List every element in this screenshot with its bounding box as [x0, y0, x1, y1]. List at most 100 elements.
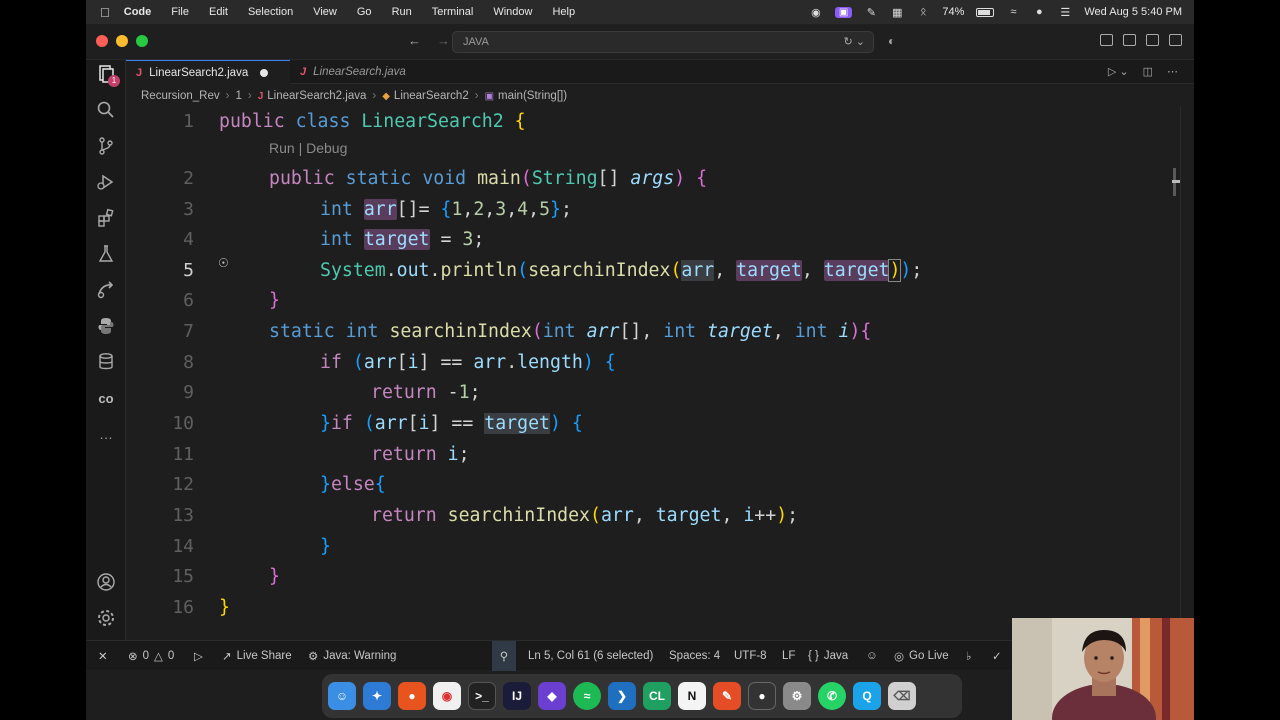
indentation[interactable]: Spaces: 4 [669, 641, 720, 671]
toggle-primary-sidebar-icon[interactable] [1100, 34, 1113, 46]
editor-actions: ▷ ⌄ ◫ ⋯ [1108, 65, 1178, 78]
menu-selection[interactable]: Selection [248, 6, 293, 18]
tab-linearsearch2[interactable]: J LinearSearch2.java [126, 60, 290, 84]
end-of-line[interactable]: LF [782, 641, 795, 671]
notifications-indicator[interactable]: ♭ [966, 641, 971, 671]
terminal-icon[interactable]: >_ [468, 682, 496, 710]
encoding[interactable]: UTF-8 [734, 641, 767, 671]
activity-bar: 1 co … [86, 60, 126, 640]
screen-record-icon[interactable]: ◉ [809, 6, 823, 19]
explorer-icon[interactable]: 1 [96, 64, 120, 87]
go-live-button[interactable]: ◎ Go Live [894, 641, 949, 671]
cursor-position[interactable]: Ln 5, Col 61 (6 selected) [528, 641, 653, 671]
breadcrumb-file[interactable]: J LinearSearch2.java [258, 90, 367, 102]
settings-gear-icon[interactable] [96, 608, 116, 628]
bitwarden-icon[interactable]: ✎ [864, 6, 878, 19]
spotify-icon[interactable]: ≈ [573, 682, 601, 710]
command-center-search[interactable]: JAVA ↻ ⌄ [452, 31, 874, 53]
zoom-indicator[interactable]: ⚲ [492, 641, 516, 671]
whatsapp-icon[interactable]: ✆ [818, 682, 846, 710]
menu-bar-clock[interactable]: Wed Aug 5 5:40 PM [1084, 6, 1182, 18]
tab-linearsearch[interactable]: J LinearSearch.java [290, 60, 450, 84]
system-settings-icon[interactable]: ⚙ [783, 682, 811, 710]
toggle-panel-icon[interactable] [1123, 34, 1136, 46]
menu-app-name[interactable]: Code [124, 6, 152, 18]
back-arrow-icon[interactable]: ← [408, 33, 421, 48]
copilot-icon[interactable]: ↻ ⌄ [844, 32, 866, 52]
codesnap-co-icon[interactable]: co [96, 388, 116, 408]
control-center-icon[interactable]: ☰ [1058, 6, 1072, 19]
remote-explorer-icon[interactable] [96, 280, 116, 300]
menu-help[interactable]: Help [552, 6, 575, 18]
code-line: 11 return i; [172, 444, 470, 465]
run-indicator[interactable]: ▷ [194, 641, 203, 671]
close-window-button[interactable] [96, 35, 108, 47]
forward-arrow-icon[interactable]: → [437, 33, 450, 48]
github-desktop-icon[interactable]: ● [748, 682, 776, 710]
siri-icon[interactable]: ● [1032, 6, 1046, 18]
safari-icon[interactable]: ✦ [363, 682, 391, 710]
macos-menu-bar:  Code File Edit Selection View Go Run T… [86, 0, 1194, 24]
clion-icon[interactable]: CL [643, 682, 671, 710]
code-line: 10}if (arr[i] == target) { [172, 413, 583, 434]
finder-icon[interactable]: ☺ [328, 682, 356, 710]
run-debug-icon[interactable] [96, 172, 116, 192]
search-icon[interactable] [96, 100, 116, 120]
apple-icon[interactable]:  [100, 5, 110, 20]
extensions-icon[interactable] [96, 208, 116, 228]
stage-manager-icon[interactable]: ▣ [834, 6, 853, 18]
breadcrumb-folder[interactable]: Recursion_Rev [141, 90, 220, 102]
editor-scrollbar[interactable] [1180, 106, 1192, 638]
remote-indicator[interactable]: ✕ [98, 641, 108, 671]
python-icon[interactable] [96, 316, 116, 336]
bluetooth-icon[interactable]: ᛟ [916, 6, 930, 18]
live-share-button[interactable]: ↗ Live Share [222, 641, 292, 671]
firefox-icon[interactable]: ● [398, 682, 426, 710]
more-views-icon[interactable]: … [96, 424, 116, 444]
vscode-icon[interactable]: ❯ [608, 682, 636, 710]
menu-edit[interactable]: Edit [209, 6, 228, 18]
intellij-icon[interactable]: IJ [503, 682, 531, 710]
menu-file[interactable]: File [171, 6, 189, 18]
copilot-status[interactable]: ☺ [866, 641, 878, 671]
chrome-icon[interactable]: ◉ [433, 682, 461, 710]
database-icon[interactable] [96, 352, 116, 372]
menu-terminal[interactable]: Terminal [432, 6, 474, 18]
zoom-window-button[interactable] [136, 35, 148, 47]
unsaved-dot-icon[interactable] [260, 68, 269, 77]
run-java-icon[interactable]: ▷ ⌄ [1108, 65, 1129, 78]
bell-icon: ♭ [966, 651, 972, 663]
breadcrumb-subfolder[interactable]: 1 [235, 90, 241, 102]
obsidian-icon[interactable]: ◆ [538, 682, 566, 710]
menu-view[interactable]: View [313, 6, 337, 18]
customize-layout-icon[interactable] [1169, 34, 1182, 46]
menu-run[interactable]: Run [392, 6, 412, 18]
language-mode[interactable]: { } Java [808, 641, 848, 671]
notion-icon[interactable]: N [678, 682, 706, 710]
java-status[interactable]: ⚙ Java: Warning [308, 641, 396, 671]
trash-icon[interactable]: ⌫ [888, 682, 916, 710]
run-debug-codelens[interactable]: Run | Debug [269, 140, 347, 156]
keyboard-icon[interactable]: ▦ [890, 6, 904, 19]
testing-flask-icon[interactable] [96, 244, 116, 264]
accounts-icon[interactable]: ◐ [888, 34, 895, 48]
source-control-icon[interactable] [96, 136, 116, 156]
menu-go[interactable]: Go [357, 6, 372, 18]
split-editor-icon[interactable]: ◫ [1143, 65, 1153, 78]
battery-icon[interactable] [976, 7, 995, 17]
code-line: 12}else{ [172, 474, 386, 495]
account-icon[interactable] [96, 572, 116, 592]
problems-indicator[interactable]: ⊗ 0 △ 0 [128, 641, 174, 671]
code-editor[interactable]: 1 public class LinearSearch2 { Run | Debu… [126, 106, 1194, 638]
git-client-icon[interactable]: ✎ [713, 682, 741, 710]
menu-window[interactable]: Window [493, 6, 532, 18]
quick-share-icon[interactable]: Q [853, 682, 881, 710]
wifi-icon[interactable]: ≈ [1006, 6, 1020, 18]
breadcrumb-class[interactable]: ◆ LinearSearch2 [382, 90, 469, 102]
minimize-window-button[interactable] [116, 35, 128, 47]
check-indicator[interactable]: ✓ [992, 641, 1002, 671]
more-actions-icon[interactable]: ⋯ [1167, 65, 1178, 78]
toggle-secondary-sidebar-icon[interactable] [1146, 34, 1159, 46]
breadcrumb-method[interactable]: ▣ main(String[]) [485, 90, 567, 102]
battery-percent: 74% [942, 6, 965, 18]
